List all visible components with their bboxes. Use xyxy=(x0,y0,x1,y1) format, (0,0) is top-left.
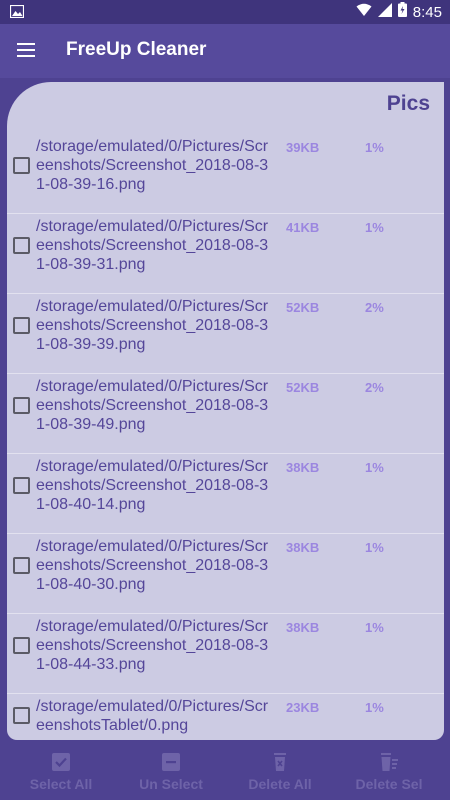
file-percent: 1% xyxy=(365,220,384,235)
file-percent: 2% xyxy=(365,380,384,395)
signal-icon xyxy=(377,2,392,22)
wifi-icon xyxy=(356,3,372,22)
file-checkbox[interactable] xyxy=(13,707,30,724)
file-percent: 1% xyxy=(365,540,384,555)
file-row[interactable]: /storage/emulated/0/Pictures/Screenshots… xyxy=(7,614,444,694)
check-box-icon xyxy=(51,752,71,772)
file-size: 38KB xyxy=(286,620,320,635)
file-row[interactable]: /storage/emulated/0/Pictures/Screenshots… xyxy=(7,534,444,614)
file-row[interactable]: /storage/emulated/0/Pictures/Screenshots… xyxy=(7,454,444,534)
file-size: 52KB xyxy=(286,300,320,315)
select-all-label: Select All xyxy=(29,776,93,792)
file-checkbox[interactable] xyxy=(13,396,30,414)
delete-all-button[interactable]: Delete All xyxy=(225,746,335,796)
file-size: 38KB xyxy=(286,460,320,475)
bottom-action-bar: Select All Un Select Delete All Delete S… xyxy=(0,742,450,800)
file-checkbox[interactable] xyxy=(13,236,30,254)
unselect-label: Un Select xyxy=(139,776,203,792)
file-checkbox[interactable] xyxy=(13,156,30,174)
file-row[interactable]: /storage/emulated/0/Pictures/Screenshots… xyxy=(7,214,444,294)
file-size: 38KB xyxy=(286,540,320,555)
file-checkbox[interactable] xyxy=(13,476,30,494)
file-path: /storage/emulated/0/Pictures/Screenshots… xyxy=(36,378,269,433)
delete-all-label: Delete All xyxy=(248,776,312,792)
gallery-notification-icon xyxy=(9,4,25,23)
file-path: /storage/emulated/0/Pictures/Screenshots… xyxy=(36,618,269,673)
file-path: /storage/emulated/0/Pictures/Screenshots… xyxy=(36,538,269,593)
app-bar: FreeUp Cleaner xyxy=(0,24,450,78)
file-percent: 2% xyxy=(365,300,384,315)
status-time: 8:45 xyxy=(412,3,442,21)
pics-card: Pics /storage/emulated/0/Pictures/Screen… xyxy=(7,82,444,740)
file-path: /storage/emulated/0/Pictures/Screenshots… xyxy=(36,138,269,193)
file-percent: 1% xyxy=(365,620,384,635)
file-row[interactable]: /storage/emulated/0/Pictures/Screenshots… xyxy=(7,294,444,374)
file-row[interactable]: /storage/emulated/0/Pictures/Screenshots… xyxy=(7,374,444,454)
file-size: 52KB xyxy=(286,380,320,395)
app-title: FreeUp Cleaner xyxy=(66,39,207,60)
file-size: 23KB xyxy=(286,700,320,715)
delete-sweep-icon xyxy=(379,752,399,772)
trash-icon xyxy=(270,752,290,772)
delete-selected-label: Delete Sel xyxy=(355,776,423,792)
file-path: /storage/emulated/0/Pictures/Screenshots… xyxy=(36,698,269,734)
file-size: 39KB xyxy=(286,140,320,155)
file-checkbox[interactable] xyxy=(13,556,30,574)
file-checkbox[interactable] xyxy=(13,316,30,334)
file-row[interactable]: /storage/emulated/0/Pictures/Screenshots… xyxy=(7,134,444,214)
select-all-button[interactable]: Select All xyxy=(6,746,116,796)
file-path: /storage/emulated/0/Pictures/Screenshots… xyxy=(36,218,269,273)
file-percent: 1% xyxy=(365,140,384,155)
file-list: /storage/emulated/0/Pictures/Screenshots… xyxy=(7,134,444,740)
minus-box-icon xyxy=(161,752,181,772)
status-bar: 8:45 xyxy=(0,0,450,24)
file-row[interactable]: /storage/emulated/0/Pictures/Screenshots… xyxy=(7,694,444,740)
hamburger-menu-icon[interactable] xyxy=(14,39,38,63)
card-title: Pics xyxy=(386,92,430,115)
unselect-button[interactable]: Un Select xyxy=(116,746,226,796)
battery-icon xyxy=(397,2,407,22)
delete-selected-button[interactable]: Delete Sel xyxy=(334,746,444,796)
file-path: /storage/emulated/0/Pictures/Screenshots… xyxy=(36,298,269,353)
status-icons: 8:45 xyxy=(356,2,442,22)
file-percent: 1% xyxy=(365,700,384,715)
file-checkbox[interactable] xyxy=(13,636,30,654)
file-path: /storage/emulated/0/Pictures/Screenshots… xyxy=(36,458,269,513)
file-size: 41KB xyxy=(286,220,320,235)
file-percent: 1% xyxy=(365,460,384,475)
